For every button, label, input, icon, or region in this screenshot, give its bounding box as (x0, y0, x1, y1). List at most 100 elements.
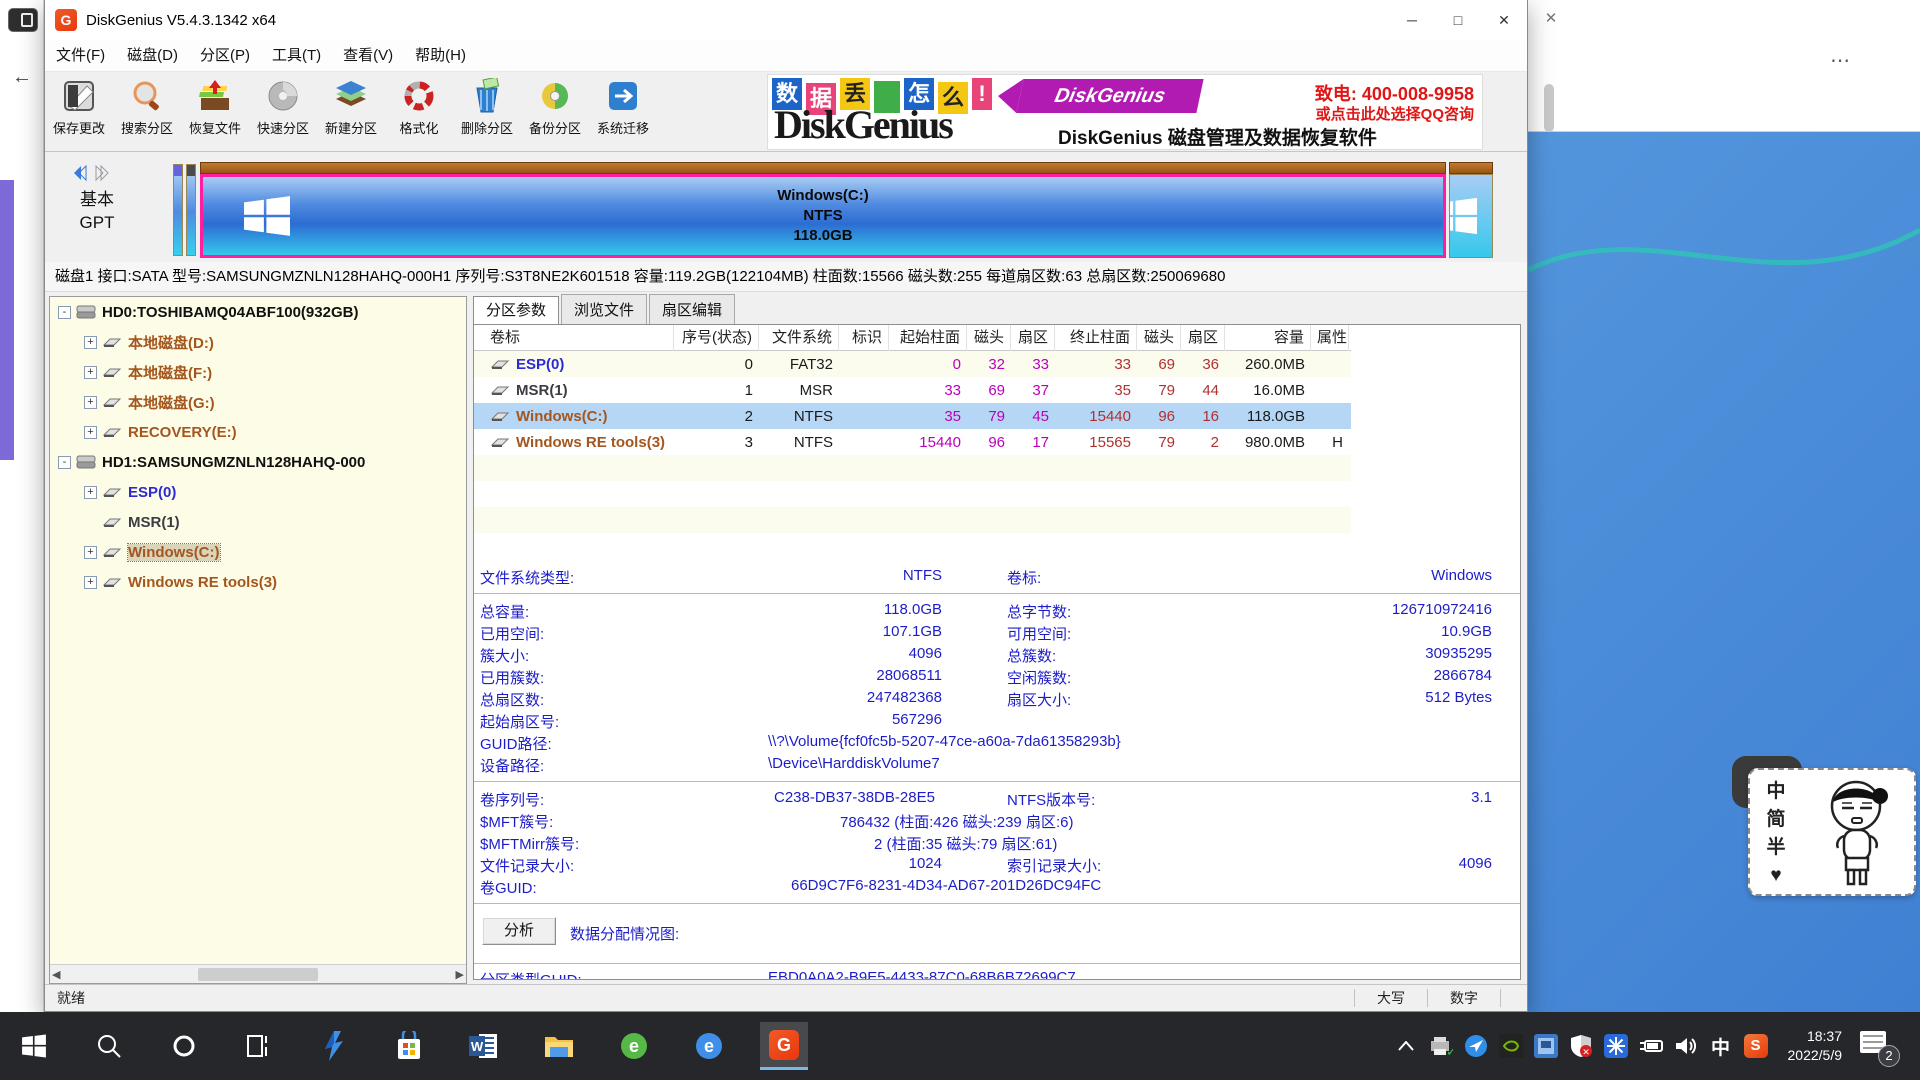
tab-sector-edit[interactable]: 扇区编辑 (649, 294, 735, 324)
partition-icon (102, 366, 122, 378)
partition-icon (102, 576, 122, 588)
scrollbar-thumb[interactable] (1544, 84, 1554, 132)
tree-item-hd1[interactable]: -HD1:SAMSUNGMZNLN128HAHQ-000 (50, 447, 466, 477)
table-row[interactable]: MSR(1) 1MSR33693735794416.0MB (474, 377, 1351, 403)
ime-floating-widget[interactable]: 中 简 半 ♥ (1748, 768, 1916, 896)
backup-partition-button[interactable]: 备份分区 (521, 74, 589, 150)
tray-diskgenius-icon[interactable]: S (1743, 1033, 1769, 1059)
tree-item-windows-re[interactable]: +Windows RE tools(3) (50, 567, 466, 597)
table-empty-row (474, 533, 1351, 559)
tab-browse-files[interactable]: 浏览文件 (561, 294, 647, 324)
esp-partition-block[interactable] (173, 164, 183, 256)
close-button[interactable]: ✕ (1481, 0, 1527, 40)
menu-help[interactable]: 帮助(H) (404, 40, 477, 72)
tree-item-local-d[interactable]: +本地磁盘(D:) (50, 327, 466, 357)
next-disk-icon[interactable] (95, 164, 111, 182)
expand-icon[interactable]: + (84, 366, 97, 379)
tree-item-esp[interactable]: +ESP(0) (50, 477, 466, 507)
table-row[interactable]: Windows RE tools(3) 3NTFS154409617155657… (474, 429, 1351, 455)
toolbar-label: 系统迁移 (597, 118, 649, 137)
search-icon[interactable] (85, 1022, 133, 1070)
close-icon[interactable]: ✕ (1536, 6, 1566, 32)
ime-mode-labels: 中 简 半 ♥ (1764, 778, 1788, 890)
pinned-app-icon[interactable] (310, 1022, 358, 1070)
recover-files-button[interactable]: 恢复文件 (181, 74, 249, 150)
word-icon[interactable]: W (460, 1022, 508, 1070)
expand-icon[interactable]: + (84, 486, 97, 499)
system-migrate-button[interactable]: 系统迁移 (589, 74, 657, 150)
tab-partition-params[interactable]: 分区参数 (473, 296, 559, 324)
tray-defender-icon[interactable]: ✕ (1568, 1033, 1594, 1059)
new-partition-button[interactable]: 新建分区 (317, 74, 385, 150)
microsoft-store-icon[interactable] (385, 1022, 433, 1070)
quick-partition-button[interactable]: 快速分区 (249, 74, 317, 150)
back-arrow-icon[interactable]: ← (12, 66, 32, 89)
diskgenius-taskbar-icon[interactable]: G (760, 1022, 808, 1070)
menu-view[interactable]: 查看(V) (332, 40, 404, 72)
tree-item-local-g[interactable]: +本地磁盘(G:) (50, 387, 466, 417)
table-header-row[interactable]: 卷标序号(状态)文件系统标识起始柱面磁头扇区终止柱面磁头扇区容量属性 (474, 325, 1351, 351)
windows-c-partition-block[interactable]: Windows(C:) NTFS 118.0GB (200, 162, 1446, 258)
tray-snowflake-icon[interactable] (1603, 1033, 1629, 1059)
task-view-icon[interactable] (235, 1022, 283, 1070)
tree-item-hd0[interactable]: -HD0:TOSHIBAMQ04ABF100(932GB) (50, 297, 466, 327)
tree-horizontal-scrollbar[interactable]: ◀▶ (50, 964, 466, 983)
tree-item-local-f[interactable]: +本地磁盘(F:) (50, 357, 466, 387)
tree-item-windows-c[interactable]: +Windows(C:) (50, 537, 466, 567)
expand-icon[interactable]: + (84, 546, 97, 559)
expand-icon[interactable]: + (84, 396, 97, 409)
system-migrate-icon (603, 74, 643, 118)
menu-disk[interactable]: 磁盘(D) (116, 40, 189, 72)
table-row[interactable]: ESP(0) 0FAT3203233336936260.0MB (474, 351, 1351, 377)
collapse-icon[interactable]: - (58, 456, 71, 469)
diskgenius-window: G DiskGenius V5.4.3.1342 x64 ─ □ ✕ 文件(F)… (44, 0, 1528, 1012)
scrollbar-thumb[interactable] (198, 968, 318, 981)
tray-chevron-up-icon[interactable] (1393, 1033, 1419, 1059)
tray-nvidia-icon[interactable] (1498, 1033, 1524, 1059)
analyze-button[interactable]: 分析 (482, 917, 556, 945)
tray-volume-icon[interactable] (1673, 1033, 1699, 1059)
tray-intel-graphics-icon[interactable] (1533, 1033, 1559, 1059)
allocation-map-label: 数据分配情况图: (570, 923, 679, 944)
notification-center-icon[interactable]: 2 (1860, 1029, 1894, 1063)
cortana-icon[interactable] (160, 1022, 208, 1070)
edge-icon[interactable]: e (685, 1022, 733, 1070)
scroll-left-icon[interactable]: ◀ (52, 968, 60, 981)
file-explorer-icon[interactable] (535, 1022, 583, 1070)
table-row-selected[interactable]: Windows(C:) 2NTFS357945154409616118.0GB (474, 403, 1351, 429)
tree-item-recovery-e[interactable]: +RECOVERY(E:) (50, 417, 466, 447)
msr-partition-block[interactable] (186, 164, 196, 256)
tray-printer-icon[interactable]: ✓ (1428, 1033, 1454, 1059)
table-empty-row (474, 481, 1351, 507)
delete-partition-button[interactable]: 删除分区 (453, 74, 521, 150)
partition-icon (102, 396, 122, 408)
maximize-button[interactable]: □ (1435, 0, 1481, 40)
advertisement-banner[interactable]: 数 据 丢 怎 么 ! DiskGenius DiskGenius 致电: 40… (767, 74, 1483, 150)
collapse-icon[interactable]: - (58, 306, 71, 319)
minimize-button[interactable]: ─ (1389, 0, 1435, 40)
save-changes-button[interactable]: 保存更改 (45, 74, 113, 150)
windows-re-partition-block[interactable] (1449, 162, 1493, 258)
menu-tools[interactable]: 工具(T) (261, 40, 332, 72)
search-partition-button[interactable]: 搜索分区 (113, 74, 181, 150)
tray-ime-indicator[interactable]: 中 (1708, 1033, 1734, 1059)
menu-partition[interactable]: 分区(P) (189, 40, 261, 72)
more-options-icon[interactable]: ⋯ (1830, 48, 1850, 73)
ad-qq-link[interactable]: 或点击此处选择QQ咨询 (1316, 103, 1474, 124)
tray-messenger-icon[interactable] (1463, 1033, 1489, 1059)
format-button[interactable]: 格式化 (385, 74, 453, 150)
toolbar-label: 删除分区 (461, 118, 513, 137)
tree-item-msr[interactable]: MSR(1) (50, 507, 466, 537)
tray-battery-icon[interactable] (1638, 1033, 1664, 1059)
prev-disk-icon[interactable] (71, 164, 87, 182)
start-button[interactable] (10, 1022, 58, 1070)
menu-file[interactable]: 文件(F) (45, 40, 116, 72)
expand-icon[interactable]: + (84, 426, 97, 439)
scroll-right-icon[interactable]: ▶ (456, 968, 464, 981)
internet-explorer-icon[interactable]: e (610, 1022, 658, 1070)
expand-icon[interactable]: + (84, 336, 97, 349)
taskbar-clock[interactable]: 18:37 2022/5/9 (1788, 1027, 1843, 1065)
clock-time: 18:37 (1788, 1027, 1843, 1046)
partition-icon (102, 426, 122, 438)
expand-icon[interactable]: + (84, 576, 97, 589)
